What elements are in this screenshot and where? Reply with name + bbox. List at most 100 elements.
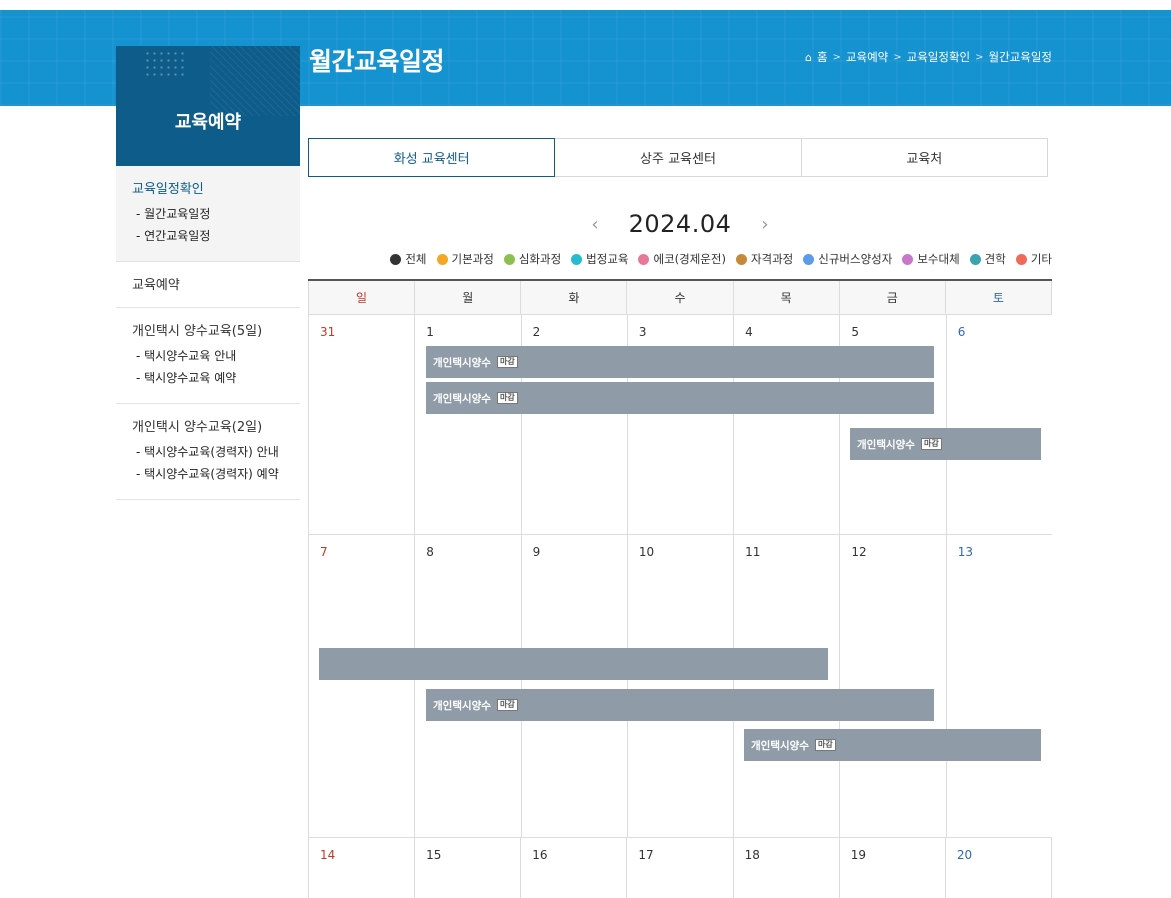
legend-item-basic[interactable]: 기본과정: [436, 251, 494, 267]
date-number: 12: [851, 545, 867, 559]
date-number: 1: [426, 325, 434, 339]
event-bar[interactable]: 개인택시양수 마감: [426, 382, 934, 414]
next-month-icon[interactable]: ›: [750, 214, 780, 235]
date-number: 4: [745, 325, 753, 339]
legend-label: 전체: [405, 252, 427, 266]
breadcrumb: ⌂ 홈 > 교육예약 > 교육일정확인 > 월간교육일정: [805, 49, 1052, 65]
sidebar-group-booking: 교육예약: [116, 262, 300, 308]
breadcrumb-separator-icon: >: [893, 51, 902, 63]
calendar-day[interactable]: 7: [308, 535, 414, 837]
legend-item-qualification[interactable]: 자격과정: [735, 251, 794, 267]
breadcrumb-schedule-check[interactable]: 교육일정확인: [907, 49, 970, 65]
calendar-week-2: 7 8 9 10 11 12 13 개인택시양수 마감 개인택시양수 마감: [308, 535, 1052, 838]
legend-item-legal[interactable]: 법정교육: [571, 251, 628, 267]
legend-item-new-bus[interactable]: 신규버스양성자: [803, 251, 892, 267]
legend-label: 기본과정: [451, 252, 494, 266]
breadcrumb-education-booking[interactable]: 교육예약: [846, 49, 888, 65]
home-icon[interactable]: ⌂: [805, 51, 812, 64]
weekday-tue: 화: [520, 281, 626, 314]
date-number: 19: [850, 848, 866, 862]
legend-label: 에코(경제운전): [653, 252, 726, 266]
event-bar[interactable]: 개인택시양수 마감: [426, 346, 934, 378]
calendar-day[interactable]: 16: [520, 838, 626, 898]
weekday-wed: 수: [626, 281, 732, 314]
month-navigation: ‹ 2024.04 ›: [580, 206, 780, 242]
sidebar-subitem-yearly[interactable]: - 연간교육일정: [132, 225, 284, 247]
date-number: 8: [426, 545, 434, 559]
weekday-mon: 월: [414, 281, 520, 314]
sidebar-subitem-monthly[interactable]: - 월간교육일정: [132, 203, 284, 225]
breadcrumb-separator-icon: >: [975, 51, 984, 63]
weekday-thu: 목: [732, 281, 839, 314]
sidebar-subitem-taxi-2day-booking[interactable]: - 택시양수교육(경력자) 예약: [132, 463, 284, 485]
tab-education-office[interactable]: 교육처: [801, 138, 1048, 177]
sidebar-group-taxi-2day: 개인택시 양수교육(2일) - 택시양수교육(경력자) 안내 - 택시양수교육(…: [116, 404, 300, 500]
legend-item-repair[interactable]: 보수대체: [902, 251, 960, 267]
calendar-day[interactable]: 17: [626, 838, 732, 898]
date-number: 15: [426, 848, 442, 862]
date-number: 11: [745, 545, 761, 559]
calendar-day[interactable]: 14: [308, 838, 414, 898]
calendar-day[interactable]: 20: [944, 838, 1052, 898]
calendar-day[interactable]: 11: [733, 535, 839, 837]
date-number: 9: [532, 545, 541, 559]
monthly-calendar: 일 월 화 수 목 금 토 31 1 2 3 4 5 6 개인택시양수 마감 개…: [308, 279, 1052, 898]
tab-sangju-center[interactable]: 상주 교육센터: [555, 138, 802, 177]
center-tabs: 화성 교육센터 상주 교육센터 교육처: [308, 138, 1048, 177]
calendar-day[interactable]: 31: [308, 315, 414, 534]
event-bar[interactable]: [319, 648, 828, 680]
date-number: 17: [638, 848, 654, 862]
breadcrumb-separator-icon: >: [832, 51, 841, 63]
current-month: 2024.04: [628, 210, 732, 238]
legend-label: 기타: [1030, 252, 1052, 266]
legend-item-eco[interactable]: 에코(경제운전): [638, 251, 726, 267]
legend-dot-icon: [969, 253, 981, 265]
legend-dot-icon: [390, 253, 402, 265]
breadcrumb-monthly-schedule[interactable]: 월간교육일정: [989, 49, 1052, 65]
calendar-day[interactable]: 6: [945, 315, 1052, 534]
dot-pattern-decoration: [144, 50, 188, 78]
event-title: 개인택시양수: [433, 356, 491, 369]
event-bar[interactable]: 개인택시양수 마감: [744, 729, 1041, 761]
calendar-day[interactable]: 18: [732, 838, 839, 898]
legend-dot-icon: [735, 253, 747, 265]
sidebar-item-taxi-2day[interactable]: 개인택시 양수교육(2일): [132, 416, 284, 435]
sidebar-title: 교육예약: [174, 112, 242, 133]
legend-label: 법정교육: [586, 252, 629, 266]
breadcrumb-home[interactable]: 홈: [817, 49, 828, 65]
sidebar-header: 교육예약: [116, 46, 300, 166]
category-legend: 전체 기본과정 심화과정 법정교육 에코(경제운전) 자격과정 신규버스양성자 …: [390, 251, 1052, 267]
sidebar-subitem-taxi-5day-booking[interactable]: - 택시양수교육 예약: [132, 367, 284, 389]
closed-badge: 마감: [496, 699, 518, 711]
legend-label: 자격과정: [750, 252, 794, 266]
event-bar[interactable]: 개인택시양수 마감: [850, 428, 1041, 460]
page-title: 월간교육일정: [309, 47, 445, 76]
closed-badge: 마감: [496, 392, 518, 404]
legend-item-advanced[interactable]: 심화과정: [503, 251, 561, 267]
legend-dot-icon: [803, 253, 815, 265]
calendar-day[interactable]: 9: [520, 535, 627, 837]
sidebar-subitem-taxi-5day-info[interactable]: - 택시양수교육 안내: [132, 345, 284, 367]
calendar-day[interactable]: 8: [414, 535, 520, 837]
sidebar-item-schedule-check[interactable]: 교육일정확인: [132, 178, 284, 197]
legend-item-etc[interactable]: 기타: [1015, 251, 1052, 267]
calendar-day[interactable]: 13: [945, 535, 1052, 837]
tab-hwaseong-center[interactable]: 화성 교육센터: [308, 138, 556, 177]
legend-dot-icon: [503, 253, 515, 265]
calendar-day[interactable]: 19: [838, 838, 945, 898]
legend-label: 보수대체: [917, 252, 960, 266]
sidebar-item-booking[interactable]: 교육예약: [132, 274, 284, 293]
legend-dot-icon: [902, 253, 914, 265]
prev-month-icon[interactable]: ‹: [580, 214, 610, 235]
event-bar[interactable]: 개인택시양수 마감: [426, 689, 934, 721]
calendar-day[interactable]: 15: [414, 838, 520, 898]
sidebar-subitem-taxi-2day-info[interactable]: - 택시양수교육(경력자) 안내: [132, 441, 284, 463]
legend-item-tour[interactable]: 견학: [969, 251, 1006, 267]
calendar-day[interactable]: 12: [839, 535, 945, 837]
legend-label: 신규버스양성자: [818, 252, 893, 266]
closed-badge: 마감: [496, 356, 518, 368]
sidebar-item-taxi-5day[interactable]: 개인택시 양수교육(5일): [132, 320, 284, 339]
legend-item-all[interactable]: 전체: [390, 251, 427, 267]
calendar-day[interactable]: 10: [626, 535, 733, 837]
date-number: 10: [638, 545, 655, 559]
